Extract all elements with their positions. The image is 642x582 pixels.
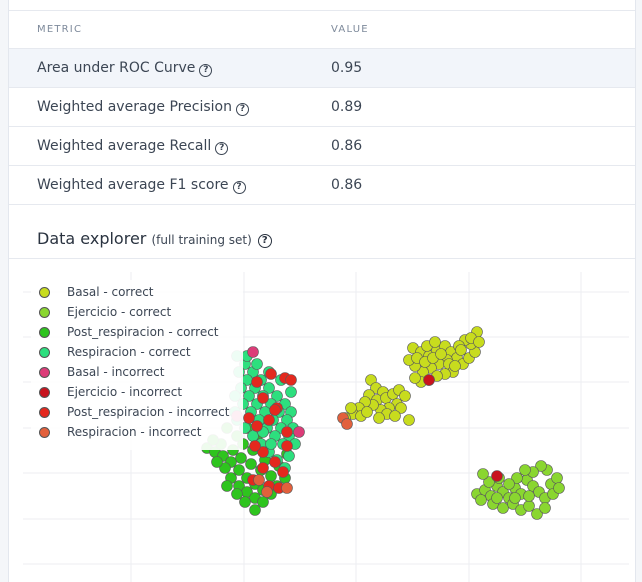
scatter-point[interactable] <box>257 392 269 404</box>
scatter-point[interactable] <box>491 492 503 504</box>
scatter-point[interactable] <box>281 440 293 452</box>
scatter-point[interactable] <box>231 488 243 500</box>
scatter-point[interactable] <box>277 466 289 478</box>
scatter-point[interactable] <box>491 470 503 482</box>
legend-label: Post_respiracion - incorrect <box>67 405 230 419</box>
scatter-point[interactable] <box>361 406 373 418</box>
scatter-point[interactable] <box>251 358 263 370</box>
scatter-point[interactable] <box>261 486 273 498</box>
scatter-point[interactable] <box>269 456 281 468</box>
scatter-point[interactable] <box>503 478 515 490</box>
legend-marker-icon <box>39 347 50 358</box>
scatter-point[interactable] <box>473 336 485 348</box>
scatter-point[interactable] <box>497 502 509 514</box>
scatter-point[interactable] <box>243 412 255 424</box>
legend-label: Ejercicio - incorrect <box>67 385 183 399</box>
legend-label: Basal - incorrect <box>67 365 165 379</box>
scatter-point[interactable] <box>265 470 277 482</box>
scatter-point[interactable] <box>399 390 411 402</box>
scatter-point[interactable] <box>551 472 563 484</box>
scatter-point[interactable] <box>257 496 269 508</box>
scatter-point[interactable] <box>251 376 263 388</box>
scatter-point[interactable] <box>253 474 265 486</box>
series-0 <box>339 326 485 426</box>
chart-legend: Basal - correct Ejercicio - correct Post_r… <box>31 280 243 450</box>
scatter-point[interactable] <box>553 482 565 494</box>
legend-label: Ejercicio - correct <box>67 305 172 319</box>
scatter-point[interactable] <box>281 482 293 494</box>
scatter-point[interactable] <box>539 502 551 514</box>
scatter-point[interactable] <box>389 410 401 422</box>
model-metrics-panel: METRIC VALUE Area under ROC Curve? 0.95 … <box>8 0 636 582</box>
legend-marker-icon <box>39 407 50 418</box>
legend-marker-icon <box>39 287 50 298</box>
scatter-point[interactable] <box>263 414 275 426</box>
scatter-point[interactable] <box>523 490 535 502</box>
scatter-point[interactable] <box>293 426 305 438</box>
scatter-point[interactable] <box>245 458 257 470</box>
scatter-point[interactable] <box>265 438 277 450</box>
scatter-point[interactable] <box>269 404 281 416</box>
legend-marker-icon <box>39 327 50 338</box>
scatter-point[interactable] <box>519 464 531 476</box>
scatter-point[interactable] <box>429 336 441 348</box>
scatter-point[interactable] <box>403 414 415 426</box>
scatter-point[interactable] <box>239 496 251 508</box>
legend-label: Respiracion - incorrect <box>67 425 202 439</box>
scatter-point[interactable] <box>249 440 261 452</box>
scatter-point[interactable] <box>523 500 535 512</box>
scatter-point[interactable] <box>509 492 521 504</box>
scatter-point[interactable] <box>265 368 277 380</box>
legend-label: Basal - correct <box>67 285 154 299</box>
scatter-point[interactable] <box>211 456 223 468</box>
scatter-point[interactable] <box>257 462 269 474</box>
scatter-point[interactable] <box>341 418 353 430</box>
scatter-point[interactable] <box>285 374 297 386</box>
legend-marker-icon <box>39 387 50 398</box>
scatter-point[interactable] <box>409 372 421 384</box>
series-1 <box>471 460 565 520</box>
scatter-point[interactable] <box>373 412 385 424</box>
scatter-point[interactable] <box>455 344 467 356</box>
legend-marker-icon <box>39 367 50 378</box>
scatter-point[interactable] <box>233 464 245 476</box>
scatter-point[interactable] <box>235 452 247 464</box>
legend-label: Respiracion - correct <box>67 345 191 359</box>
scatter-point[interactable] <box>283 450 295 462</box>
scatter-point[interactable] <box>281 426 293 438</box>
legend-marker-icon <box>39 307 50 318</box>
scatter-point[interactable] <box>247 430 259 442</box>
scatter-point[interactable] <box>249 504 261 516</box>
scatter-point[interactable] <box>475 494 487 506</box>
scatter-point[interactable] <box>251 420 263 432</box>
scatter-point[interactable] <box>423 374 435 386</box>
scatter-point[interactable] <box>285 386 297 398</box>
scatter-point[interactable] <box>345 402 357 414</box>
scatter-point[interactable] <box>435 348 447 360</box>
scatter-point[interactable] <box>477 468 489 480</box>
legend-marker-icon <box>39 427 50 438</box>
scatter-point[interactable] <box>247 346 259 358</box>
scatter-point[interactable] <box>221 480 233 492</box>
legend-label: Post_respiracion - correct <box>67 325 219 339</box>
scatter-point[interactable] <box>449 360 461 372</box>
